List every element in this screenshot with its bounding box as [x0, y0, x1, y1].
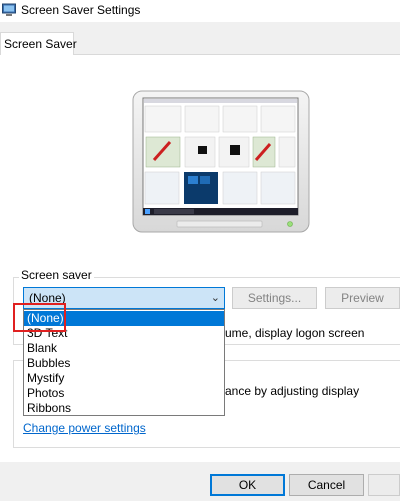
window-title: Screen Saver Settings [21, 3, 141, 17]
settings-button[interactable]: Settings... [232, 287, 317, 309]
title-bar: Screen Saver Settings [0, 0, 400, 22]
tab-screen-saver-label: Screen Saver [4, 37, 77, 51]
option-photos[interactable]: Photos [24, 386, 224, 401]
screen-saver-group-label: Screen saver [19, 268, 94, 282]
option-bubbles[interactable]: Bubbles [24, 356, 224, 371]
option-ribbons[interactable]: Ribbons [24, 401, 224, 416]
option-mystify[interactable]: Mystify [24, 371, 224, 386]
change-power-settings-link[interactable]: Change power settings [23, 421, 146, 435]
screen-saver-app-icon [2, 3, 16, 16]
preview-button[interactable]: Preview [325, 287, 400, 309]
cancel-button[interactable]: Cancel [289, 474, 364, 496]
power-description-text: ance by adjusting display [225, 384, 360, 398]
ok-button[interactable]: OK [210, 474, 285, 496]
chevron-down-icon: ⌄ [210, 292, 220, 304]
apply-button[interactable]: A [368, 474, 400, 496]
monitor-preview [132, 90, 310, 233]
highlight-annotation [13, 303, 66, 332]
option-blank[interactable]: Blank [24, 341, 224, 356]
tab-screen-saver[interactable]: Screen Saver [0, 32, 77, 55]
resume-logon-text: ume, display logon screen [225, 326, 365, 340]
